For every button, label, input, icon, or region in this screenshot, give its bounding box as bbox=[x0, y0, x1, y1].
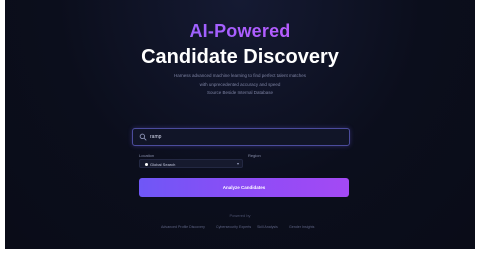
hero-subtitle-line: Source Beside Internal Database bbox=[206, 90, 274, 95]
hero-subtitle-line: Harness advanced machine learning to fin… bbox=[173, 73, 307, 78]
region-label: Region bbox=[248, 153, 261, 158]
location-label: Location bbox=[139, 153, 155, 158]
globe-icon bbox=[145, 162, 148, 166]
powered-by-label: Powered by bbox=[229, 213, 251, 218]
hero-subtitle: Harness advanced machine learning to fin… bbox=[5, 72, 475, 98]
location-select-value: Global Search bbox=[150, 161, 176, 167]
analyze-candidates-button[interactable]: Analyze Candidates bbox=[139, 178, 349, 197]
search-icon bbox=[139, 133, 147, 141]
region-select[interactable] bbox=[246, 159, 350, 168]
hero-title: Candidate Discovery bbox=[141, 46, 339, 68]
feature-item: Advanced Profile Discovery bbox=[161, 225, 205, 229]
feature-item: Gender Insights bbox=[289, 225, 315, 229]
feature-item: Cybersecurity Experts bbox=[216, 225, 252, 229]
chevron-down-icon: ▾ bbox=[236, 161, 239, 166]
search-box[interactable] bbox=[132, 128, 350, 146]
hero-subtitle-line: with unprecedented accuracy and speed bbox=[199, 81, 281, 87]
hero-title-highlight: AI-Powered bbox=[5, 20, 475, 42]
feature-item: Skill Analysis bbox=[257, 225, 278, 229]
app-window: AI-Powered Candidate Discovery Harness a… bbox=[5, 0, 475, 249]
search-input[interactable] bbox=[150, 131, 340, 143]
location-select[interactable]: Global Search ▾ bbox=[139, 159, 243, 168]
